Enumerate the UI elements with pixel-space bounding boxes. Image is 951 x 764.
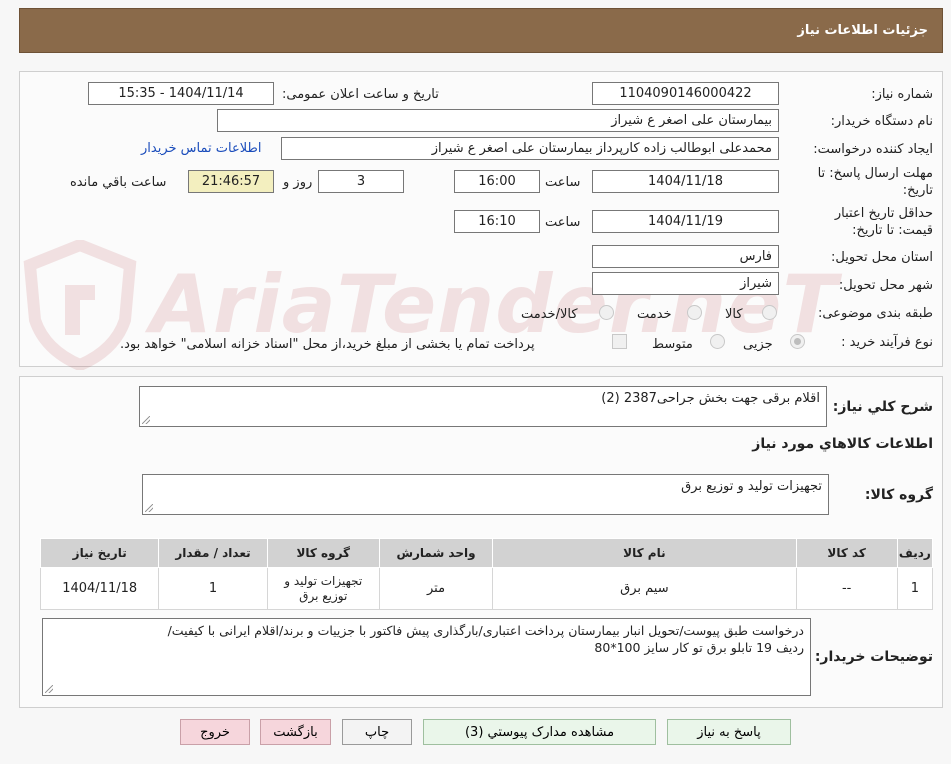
city-field: شیراز (592, 272, 779, 295)
process-minor-label: جزیی (743, 337, 773, 352)
treasury-checkbox[interactable] (612, 334, 627, 349)
cell-code: -- (795, 567, 898, 610)
category-label: طبقه بندی موضوعی: (817, 306, 933, 321)
remaining-time-field: 21:46:57 (188, 170, 274, 193)
page-header: جزئیات اطلاعات نیاز (19, 8, 943, 53)
cell-row: 1 (896, 567, 934, 610)
col-code: کد کالا (795, 538, 898, 568)
announce-field: 1404/11/14 - 15:35 (88, 82, 274, 105)
cell-qty: 1 (158, 567, 268, 610)
col-qty: تعداد / مقدار (158, 538, 268, 568)
buyer-notes-field: درخواست طبق پیوست/تحویل انبار بیمارستان … (42, 618, 811, 696)
treasury-note: پرداخت تمام یا بخشی از مبلغ خرید،از محل … (120, 337, 535, 352)
process-medium-label: متوسط (652, 337, 693, 352)
cell-group: تجهیزات تولید و توزیع برق (266, 567, 380, 610)
validity-label-2: قیمت: تا تاریخ: (852, 223, 933, 238)
deadline-label-1: مهلت ارسال پاسخ: تا (817, 166, 933, 181)
summary-label: شرح کلي نياز: (832, 399, 933, 415)
items-table: رديف کد کالا نام کالا واحد شمارش گروه کا… (39, 538, 934, 610)
page-title: جزئیات اطلاعات نیاز (797, 23, 928, 38)
resize-grip-icon[interactable] (142, 416, 150, 424)
announce-label: تاریخ و ساعت اعلان عمومی: (282, 87, 439, 102)
category-goods-service-label: کالا/خدمت (521, 307, 578, 322)
exit-button[interactable]: خروج (180, 719, 250, 745)
cell-date: 1404/11/18 (39, 567, 160, 610)
buyer-notes-label: توضیحات خریدار: (814, 649, 933, 665)
validity-time-label: ساعت (545, 215, 581, 230)
buyer-field: بیمارستان علی اصغر ع شیراز (217, 109, 779, 132)
summary-field: اقلام برقی جهت بخش جراحی2387 (2) (139, 386, 827, 427)
resize-grip-icon[interactable] (145, 504, 153, 512)
category-goods-label: کالا (725, 307, 743, 322)
deadline-date-field: 1404/11/18 (592, 170, 779, 193)
remaining-time-label: ساعت باقي مانده (70, 175, 167, 190)
requester-field: محمدعلی ابوطالب زاده کارپرداز بیمارستان … (281, 137, 779, 160)
validity-time-field: 16:10 (454, 210, 540, 233)
deadline-days-field: 3 (318, 170, 404, 193)
process-medium-radio[interactable] (710, 334, 725, 349)
table-header-row: رديف کد کالا نام کالا واحد شمارش گروه کا… (39, 538, 934, 568)
attachments-button[interactable]: مشاهده مدارک پيوستي (3) (423, 719, 656, 745)
buyer-contact-link[interactable]: اطلاعات تماس خریدار (141, 141, 261, 156)
col-group: گروه کالا (266, 538, 380, 568)
table-row: 1 -- سیم برق متر تجهیزات تولید و توزیع ب… (39, 567, 934, 610)
requester-label: ایجاد کننده درخواست: (813, 142, 933, 157)
process-minor-radio[interactable] (790, 334, 805, 349)
goods-heading: اطلاعات کالاهاي مورد نياز (752, 436, 933, 452)
cell-name: سیم برق (492, 567, 797, 610)
province-label: استان محل تحویل: (831, 250, 933, 265)
process-label: نوع فرآیند خرید : (841, 335, 933, 350)
category-service-label: خدمت (637, 307, 672, 322)
reply-button[interactable]: پاسخ به نياز (667, 719, 791, 745)
summary-text: اقلام برقی جهت بخش جراحی2387 (2) (601, 391, 820, 406)
col-unit: واحد شمارش (378, 538, 494, 568)
category-goods-radio[interactable] (762, 305, 777, 320)
cell-unit: متر (378, 567, 494, 610)
deadline-time-label: ساعت (545, 175, 581, 190)
city-label: شهر محل تحویل: (838, 278, 933, 293)
province-field: فارس (592, 245, 779, 268)
resize-grip-icon[interactable] (45, 685, 53, 693)
category-goods-service-radio[interactable] (599, 305, 614, 320)
deadline-time-field: 16:00 (454, 170, 540, 193)
goods-group-label: گروه کالا: (864, 487, 933, 503)
col-row: رديف (896, 538, 934, 568)
buyer-label: نام دستگاه خریدار: (830, 114, 933, 129)
print-button[interactable]: چاپ (342, 719, 412, 745)
col-date: تاريخ نياز (39, 538, 160, 568)
need-number-field: 1104090146000422 (592, 82, 779, 105)
need-number-label: شماره نیاز: (871, 87, 933, 102)
buyer-notes-line-1: درخواست طبق پیوست/تحویل انبار بیمارستان … (167, 623, 804, 638)
validity-label-1: حداقل تاریخ اعتبار (834, 206, 933, 221)
goods-group-text: تجهیزات تولید و توزیع برق (681, 479, 822, 494)
buyer-notes-line-2: ردیف 19 تابلو برق تو کار سایز 100*80 (594, 640, 804, 655)
deadline-days-label: روز و (283, 175, 313, 190)
deadline-label-2: تاریخ: (902, 183, 933, 198)
col-name: نام کالا (492, 538, 797, 568)
goods-group-field: تجهیزات تولید و توزیع برق (142, 474, 829, 515)
back-button[interactable]: بازگشت (260, 719, 331, 745)
validity-date-field: 1404/11/19 (592, 210, 779, 233)
category-service-radio[interactable] (687, 305, 702, 320)
